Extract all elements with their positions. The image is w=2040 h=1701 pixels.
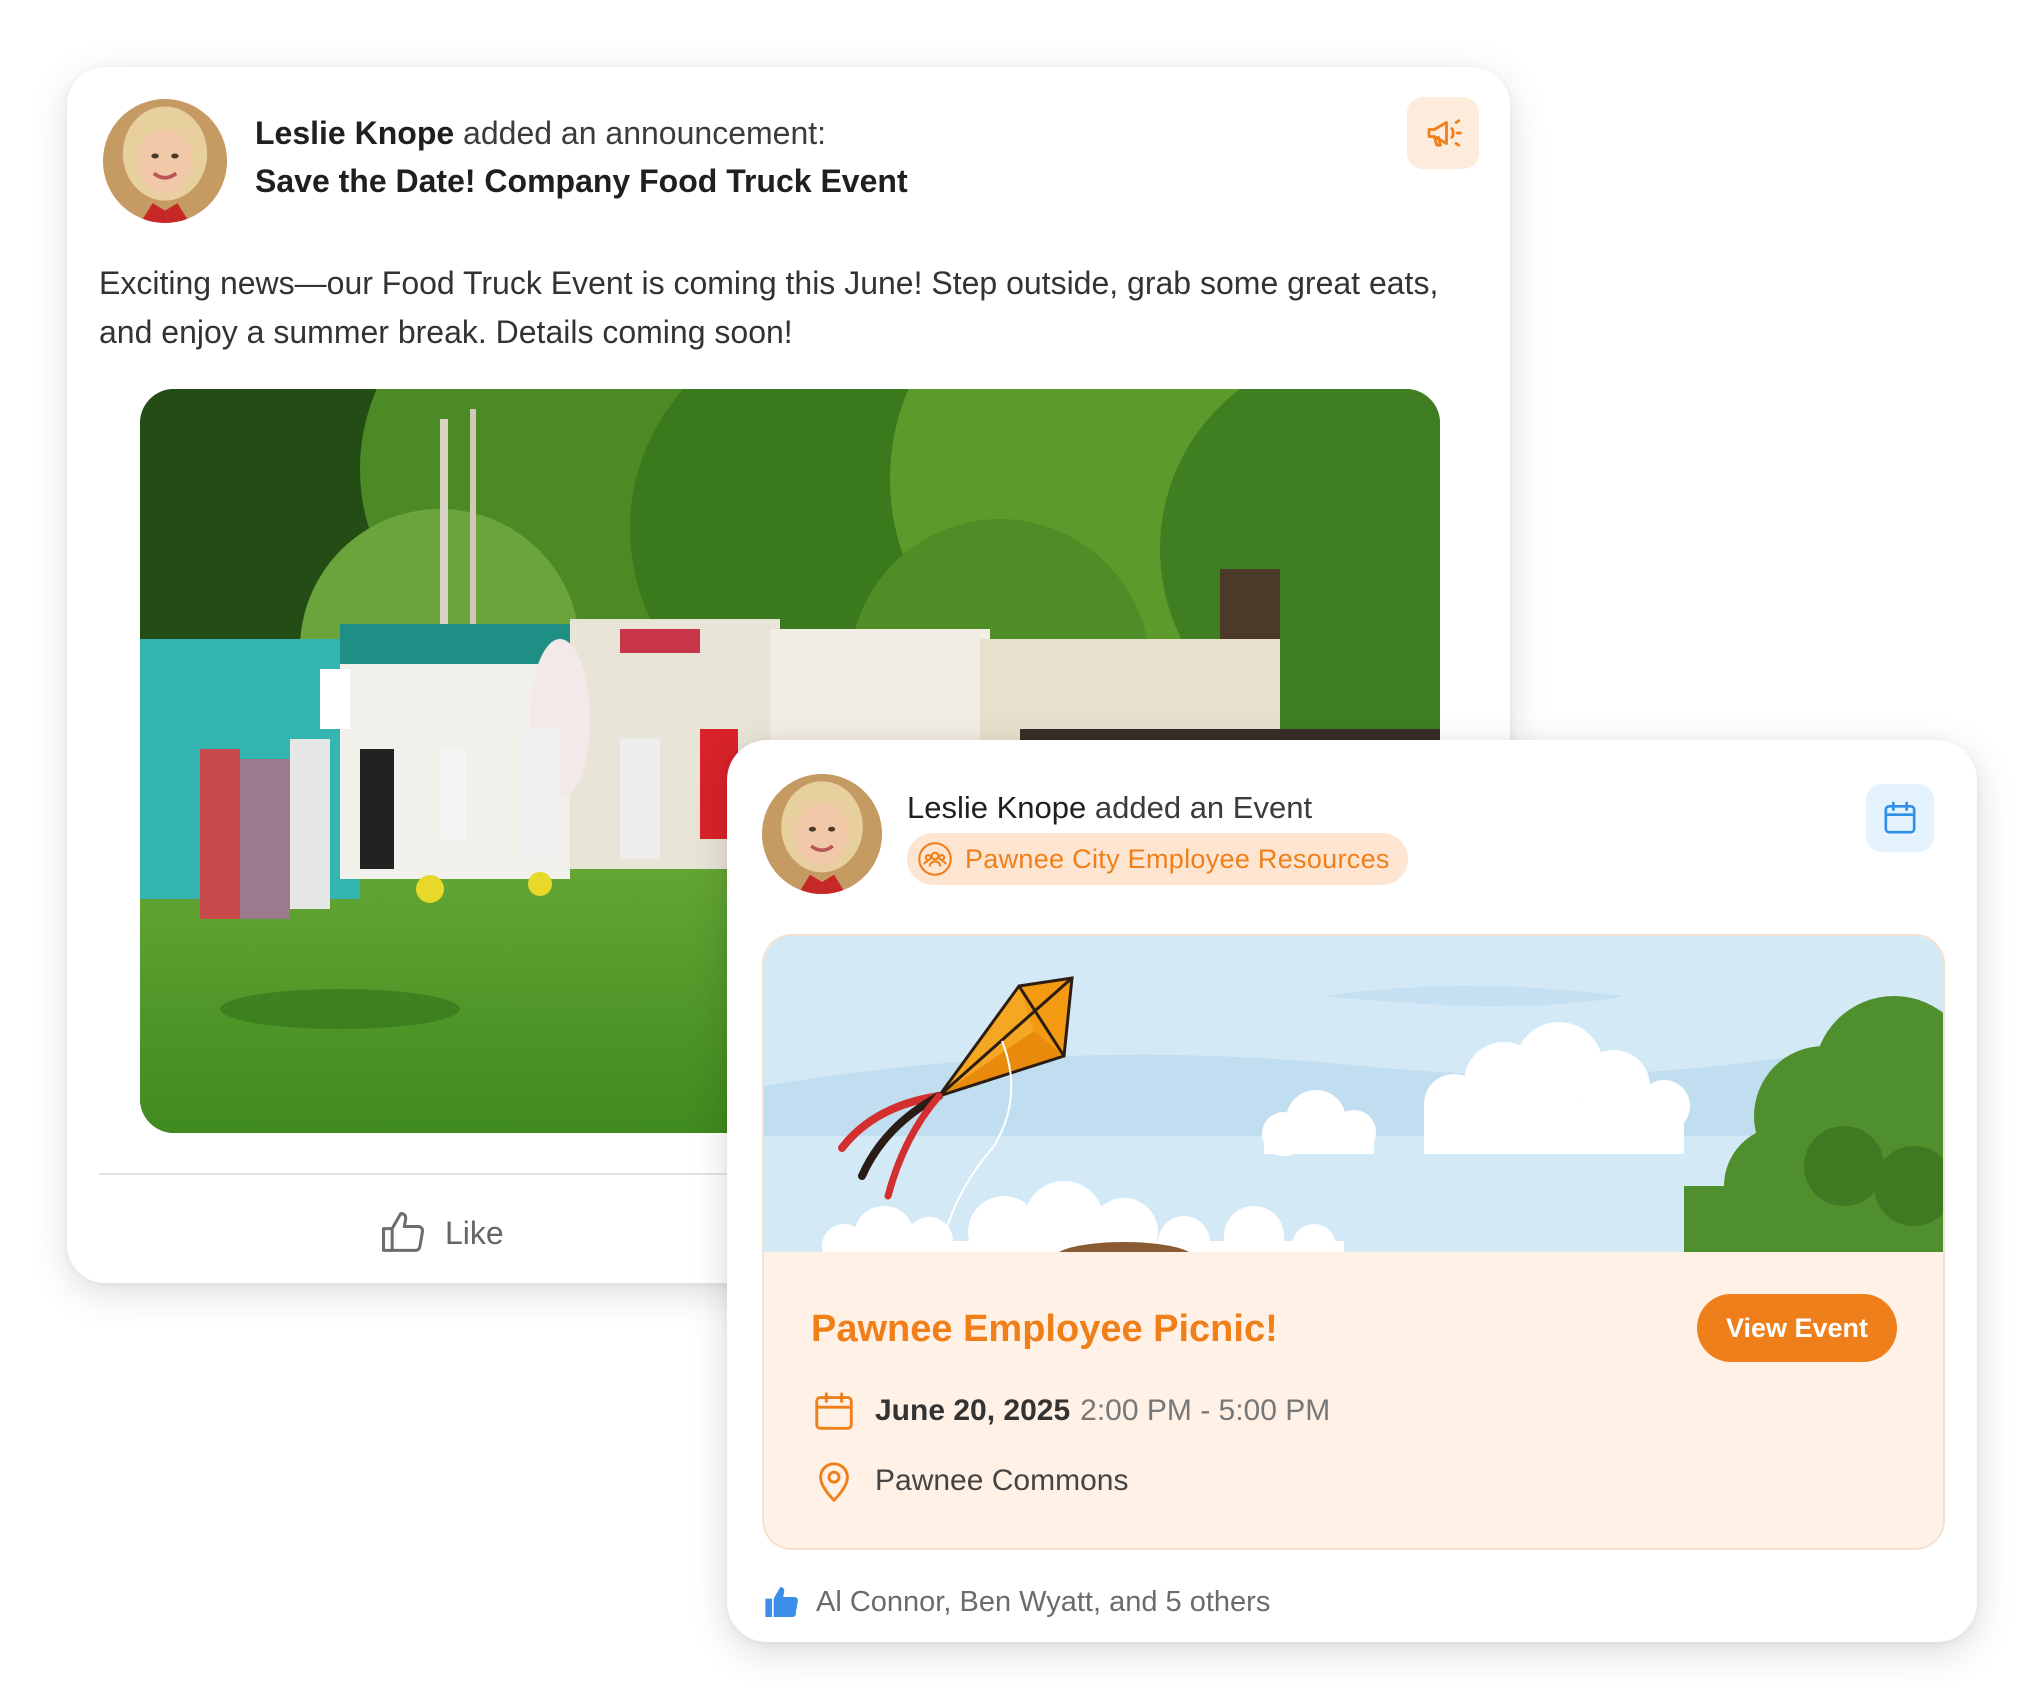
reactions-summary[interactable]: Al Connor, Ben Wyatt, and 5 others — [762, 1582, 1270, 1622]
event-badge — [1866, 784, 1934, 852]
avatar[interactable] — [103, 99, 227, 223]
event-date: June 20, 2025 — [875, 1394, 1071, 1427]
view-event-button[interactable]: View Event — [1697, 1294, 1897, 1362]
thumbs-up-icon — [381, 1211, 425, 1252]
group-tag[interactable]: Pawnee City Employee Resources — [907, 833, 1408, 885]
event-card: Leslie Knope added an Event Pawnee City … — [727, 740, 1977, 1642]
like-label: Like — [445, 1214, 504, 1251]
author-name[interactable]: Leslie Knope — [907, 790, 1086, 825]
event-date-row: June 20, 2025 2:00 PM - 5:00 PM — [811, 1388, 1330, 1434]
reactions-text: Al Connor, Ben Wyatt, and 5 others — [816, 1585, 1271, 1618]
event-location: Pawnee Commons — [875, 1464, 1129, 1497]
announcement-badge — [1407, 97, 1479, 169]
author-name[interactable]: Leslie Knope — [255, 115, 454, 151]
event-details-card[interactable]: Pawnee Employee Picnic! View Event June … — [762, 934, 1945, 1550]
calendar-icon — [815, 1392, 853, 1430]
post-header: Leslie Knope added an Event — [907, 790, 1312, 826]
post-action: added an announcement: — [463, 115, 827, 151]
group-icon — [918, 842, 952, 876]
location-pin-icon — [819, 1462, 849, 1503]
event-location-row: Pawnee Commons — [811, 1458, 1128, 1504]
event-banner-illustration — [764, 936, 1943, 1252]
post-header: Leslie Knope added an announcement: — [255, 115, 826, 152]
thumbs-up-icon — [765, 1587, 798, 1618]
calendar-icon — [1884, 801, 1916, 834]
group-name: Pawnee City Employee Resources — [965, 843, 1390, 874]
event-time: 2:00 PM - 5:00 PM — [1080, 1394, 1331, 1427]
announcement-body: Exciting news—our Food Truck Event is co… — [99, 265, 1439, 350]
avatar[interactable] — [762, 774, 882, 894]
megaphone-icon — [1427, 119, 1462, 147]
announcement-title: Save the Date! Company Food Truck Event — [255, 163, 908, 199]
event-title[interactable]: Pawnee Employee Picnic! — [811, 1308, 1278, 1351]
post-action: added an Event — [1094, 790, 1313, 825]
like-button[interactable]: Like — [377, 1207, 504, 1259]
